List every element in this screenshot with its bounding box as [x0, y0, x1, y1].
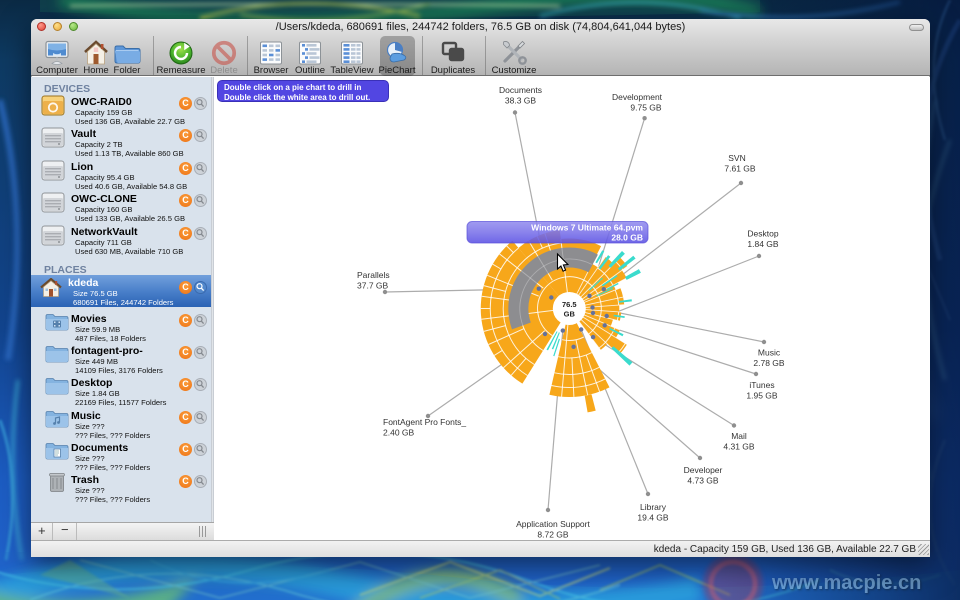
svg-text:9.75 GB: 9.75 GB	[630, 103, 662, 113]
svg-text:Documents: Documents	[499, 85, 542, 95]
svg-text:iTunes: iTunes	[749, 380, 774, 390]
svg-text:www.macpie.cn: www.macpie.cn	[771, 572, 921, 594]
svg-text:Development: Development	[612, 92, 663, 102]
svg-text:Parallels: Parallels	[357, 270, 390, 280]
svg-text:37.7 GB: 37.7 GB	[357, 281, 389, 291]
svg-text:Desktop: Desktop	[747, 229, 778, 239]
svg-text:FontAgent Pro Fonts_: FontAgent Pro Fonts_	[383, 417, 466, 427]
svg-text:1.95 GB: 1.95 GB	[746, 391, 778, 401]
svg-text:Windows 7 Ultimate 64.pvm: Windows 7 Ultimate 64.pvm	[531, 223, 643, 233]
svg-text:GB: GB	[564, 310, 576, 319]
svg-text:28.0 GB: 28.0 GB	[611, 233, 643, 243]
svg-text:1.84 GB: 1.84 GB	[747, 239, 779, 249]
svg-text:19.4 GB: 19.4 GB	[637, 513, 669, 523]
svg-text:Application Support: Application Support	[516, 519, 590, 529]
svg-text:8.72 GB: 8.72 GB	[537, 530, 569, 540]
svg-text:7.61 GB: 7.61 GB	[724, 164, 756, 174]
svg-text:2.78 GB: 2.78 GB	[753, 358, 785, 368]
svg-text:2.40 GB: 2.40 GB	[383, 428, 415, 438]
svg-text:4.31 GB: 4.31 GB	[723, 442, 755, 452]
svg-text:76.5: 76.5	[562, 300, 577, 309]
svg-text:Library: Library	[640, 502, 667, 512]
svg-text:SVN: SVN	[728, 153, 745, 163]
svg-text:38.3 GB: 38.3 GB	[505, 96, 537, 106]
svg-text:Developer: Developer	[684, 465, 723, 475]
svg-text:4.73 GB: 4.73 GB	[687, 476, 719, 486]
svg-text:Mail: Mail	[731, 431, 747, 441]
svg-text:Music: Music	[758, 348, 781, 358]
